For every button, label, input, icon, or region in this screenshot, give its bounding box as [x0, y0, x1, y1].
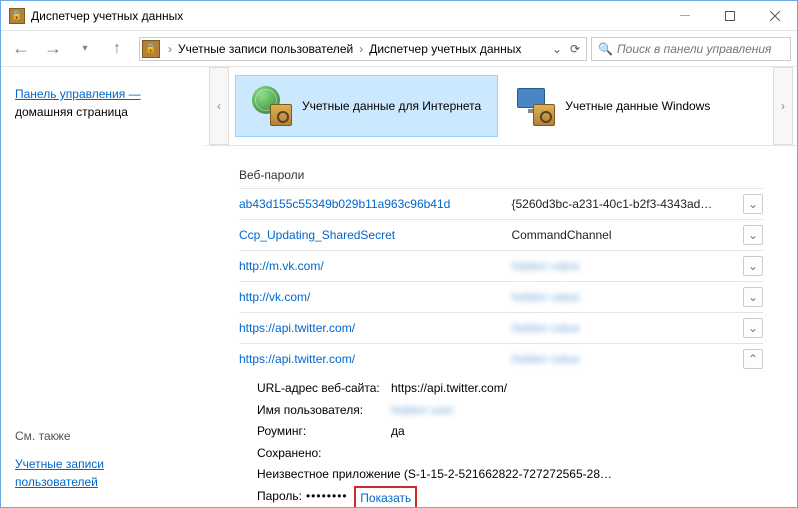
crumb-sep-icon: ›: [166, 42, 174, 56]
app-icon: [9, 8, 25, 24]
detail-url-value: https://api.twitter.com/: [391, 378, 507, 400]
collapse-icon[interactable]: ⌃: [743, 349, 763, 369]
credential-entry[interactable]: https://api.twitter.com/hidden value⌄: [239, 312, 763, 343]
tab-win-label: Учетные данные Windows: [565, 99, 710, 113]
titlebar: Диспетчер учетных данных: [1, 1, 797, 31]
detail-saved-label: Сохранено:: [257, 443, 387, 465]
forward-button[interactable]: →: [39, 35, 67, 63]
content-area: Веб-пароли ab43d155c55349b029b11a963c96b…: [205, 146, 797, 507]
sidebar-user-accounts-link-2[interactable]: пользователей: [15, 475, 98, 489]
expand-icon[interactable]: ⌄: [743, 194, 763, 214]
web-credentials-icon: [252, 86, 292, 126]
entry-value: hidden value: [511, 321, 743, 335]
expand-icon[interactable]: ⌄: [743, 318, 763, 338]
minimize-button[interactable]: [662, 1, 707, 30]
credential-details: URL-адрес веб-сайта:https://api.twitter.…: [239, 374, 763, 507]
windows-credentials-icon: [515, 86, 555, 126]
search-box[interactable]: 🔍: [591, 37, 791, 61]
entry-value: hidden value: [511, 259, 743, 273]
entry-value: CommandChannel: [511, 228, 743, 242]
detail-saved-value: Неизвестное приложение (S-1-15-2-5216628…: [257, 464, 612, 486]
main-panel: ‹ Учетные данные для Интернета Учетные д…: [205, 67, 797, 507]
tab-web-label: Учетные данные для Интернета: [302, 99, 481, 113]
entry-name: http://vk.com/: [239, 290, 511, 304]
sidebar-seealso-label: См. также: [15, 429, 191, 443]
sidebar-home-link[interactable]: Панель управления —: [15, 87, 141, 101]
entry-name: https://api.twitter.com/: [239, 321, 511, 335]
detail-roaming-value: да: [391, 421, 405, 443]
expand-icon[interactable]: ⌄: [743, 256, 763, 276]
detail-roaming-label: Роуминг:: [257, 421, 387, 443]
tab-windows-credentials[interactable]: Учетные данные Windows: [498, 75, 727, 137]
entry-name: https://api.twitter.com/: [239, 352, 511, 366]
recent-dropdown[interactable]: ▾: [71, 35, 99, 63]
entry-value: hidden value: [511, 352, 743, 366]
crumb-1[interactable]: Учетные записи пользователей: [174, 42, 357, 56]
entry-name: ab43d155c55349b029b11a963c96b41d: [239, 197, 511, 211]
addr-dropdown-icon[interactable]: ⌄: [548, 42, 566, 56]
credential-entry[interactable]: http://vk.com/hidden value⌄: [239, 281, 763, 312]
navbar: ← → ▾ ↑ › Учетные записи пользователей ›…: [1, 31, 797, 67]
section-header: Веб-пароли: [239, 168, 763, 182]
sidebar: Панель управления — домашняя страница См…: [1, 67, 205, 507]
tab-scroll-left[interactable]: ‹: [209, 67, 229, 145]
maximize-button[interactable]: [707, 1, 752, 30]
detail-url-label: URL-адрес веб-сайта:: [257, 378, 387, 400]
credential-entry[interactable]: http://m.vk.com/hidden value⌄: [239, 250, 763, 281]
detail-password-label: Пароль:: [257, 486, 302, 507]
detail-password-value: ••••••••: [306, 486, 348, 507]
sidebar-user-accounts-link[interactable]: Учетные записи: [15, 457, 104, 471]
crumb-2[interactable]: Диспетчер учетных данных: [365, 42, 525, 56]
search-input[interactable]: [617, 42, 784, 56]
refresh-icon[interactable]: ⟳: [566, 42, 584, 56]
crumb-sep-icon: ›: [357, 42, 365, 56]
detail-user-value: hidden user: [391, 400, 454, 422]
entry-value: hidden value: [511, 290, 743, 304]
addr-icon: [142, 40, 160, 58]
expand-icon[interactable]: ⌄: [743, 225, 763, 245]
expand-icon[interactable]: ⌄: [743, 287, 763, 307]
tab-web-credentials[interactable]: Учетные данные для Интернета: [235, 75, 498, 137]
window-title: Диспетчер учетных данных: [31, 9, 662, 23]
entry-name: http://m.vk.com/: [239, 259, 511, 273]
back-button[interactable]: ←: [7, 35, 35, 63]
credential-entry[interactable]: ab43d155c55349b029b11a963c96b41d{5260d3b…: [239, 188, 763, 219]
entry-value: {5260d3bc-a231-40c1-b2f3-4343ad…: [511, 197, 743, 211]
sidebar-home-link-2[interactable]: домашняя страница: [15, 105, 128, 119]
tab-row: ‹ Учетные данные для Интернета Учетные д…: [205, 67, 797, 146]
close-button[interactable]: [752, 1, 797, 30]
entry-name: Ccp_Updating_SharedSecret: [239, 228, 511, 242]
credential-entry[interactable]: https://api.twitter.com/hidden value⌃: [239, 343, 763, 374]
up-button[interactable]: ↑: [103, 35, 131, 63]
address-bar[interactable]: › Учетные записи пользователей › Диспетч…: [139, 37, 587, 61]
show-password-link[interactable]: Показать: [354, 486, 417, 507]
credential-entry[interactable]: Ccp_Updating_SharedSecretCommandChannel⌄: [239, 219, 763, 250]
search-icon: 🔍: [598, 42, 613, 56]
tab-scroll-right[interactable]: ›: [773, 67, 793, 145]
detail-user-label: Имя пользователя:: [257, 400, 387, 422]
